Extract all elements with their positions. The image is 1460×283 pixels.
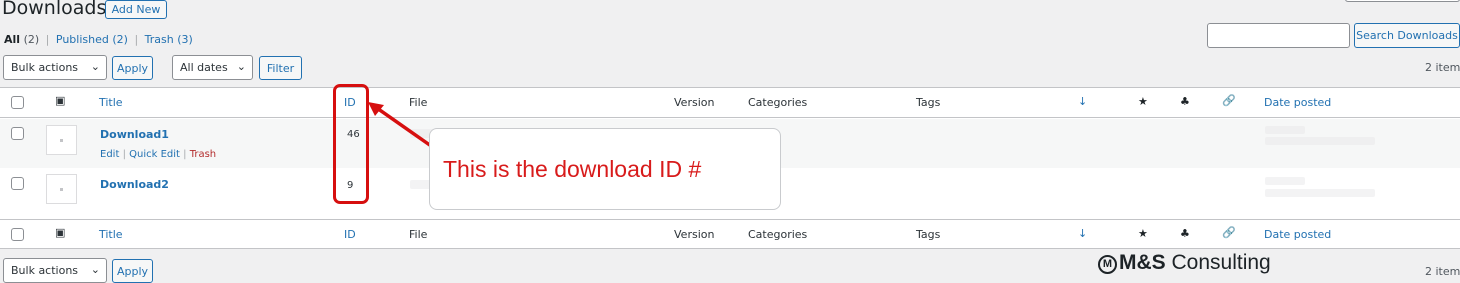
star-icon: ★ <box>1138 95 1148 108</box>
row-title-link[interactable]: Download2 <box>100 178 169 191</box>
page-title: Downloads <box>2 0 107 19</box>
bulk-actions-select-bottom[interactable]: Bulk actions ⌄ <box>3 258 107 283</box>
link-icon: 🔗 <box>1222 94 1236 107</box>
view-all-link[interactable]: All <box>4 33 20 46</box>
column-categories: Categories <box>748 228 808 241</box>
view-separator: | <box>45 33 50 46</box>
redacted-date <box>1265 126 1305 134</box>
quick-edit-link[interactable]: Quick Edit <box>129 149 180 160</box>
view-separator: | <box>134 33 139 46</box>
column-title[interactable]: Title <box>99 96 123 109</box>
column-id[interactable]: ID <box>344 228 356 241</box>
redacted-date <box>1265 177 1305 185</box>
column-title[interactable]: Title <box>99 228 123 241</box>
row-title-link[interactable]: Download1 <box>100 128 169 141</box>
column-date-posted[interactable]: Date posted <box>1264 96 1331 109</box>
column-date-posted[interactable]: Date posted <box>1264 228 1331 241</box>
download-thumbnail <box>46 174 77 204</box>
chevron-down-icon: ⌄ <box>90 60 100 73</box>
row-checkbox[interactable] <box>11 177 24 190</box>
item-count-bottom: 2 items <box>1425 265 1460 278</box>
redacted-date <box>1265 189 1375 197</box>
select-all-checkbox[interactable] <box>11 228 24 241</box>
apply-button-bottom[interactable]: Apply <box>112 259 153 283</box>
table-header: ▣ Title ID File Version Categories Tags … <box>0 88 1460 118</box>
column-categories: Categories <box>748 96 808 109</box>
column-version: Version <box>674 228 715 241</box>
column-tags: Tags <box>916 228 941 241</box>
redacted-date <box>1265 137 1375 145</box>
chevron-down-icon: ⌄ <box>236 60 246 73</box>
date-filter-select[interactable]: All dates ⌄ <box>172 55 253 80</box>
filter-button[interactable]: Filter <box>259 56 302 80</box>
users-icon: ♣ <box>1180 95 1190 108</box>
row-actions: Edit | Quick Edit | Trash <box>100 149 217 160</box>
column-version: Version <box>674 96 715 109</box>
arrow-down-icon[interactable]: ↓ <box>1078 227 1087 240</box>
search-downloads-button[interactable]: Search Downloads <box>1354 23 1460 48</box>
link-icon: 🔗 <box>1222 226 1236 239</box>
select-all-checkbox[interactable] <box>11 96 24 109</box>
brand-mark-icon: M <box>1098 255 1117 274</box>
brand-logo: M M&S Consulting <box>1098 251 1271 275</box>
view-trash-link[interactable]: Trash (3) <box>145 33 193 46</box>
view-filters: All (2) | Published (2) | Trash (3) <box>4 33 193 46</box>
arrow-down-icon[interactable]: ↓ <box>1078 95 1087 108</box>
trash-link[interactable]: Trash <box>190 149 216 160</box>
screen-options-tab[interactable] <box>1345 0 1460 2</box>
apply-button[interactable]: Apply <box>112 56 153 80</box>
view-published-link[interactable]: Published (2) <box>56 33 128 46</box>
annotation-callout: This is the download ID # <box>429 128 781 210</box>
annotation-arrow <box>368 102 436 150</box>
column-file: File <box>409 228 428 241</box>
column-tags: Tags <box>916 96 941 109</box>
image-icon: ▣ <box>55 226 66 239</box>
star-icon: ★ <box>1138 227 1148 240</box>
chevron-down-icon: ⌄ <box>90 263 100 276</box>
image-icon: ▣ <box>55 94 66 107</box>
row-checkbox[interactable] <box>11 127 24 140</box>
add-new-button[interactable]: Add New <box>105 0 167 19</box>
table-footer: ▣ Title ID File Version Categories Tags … <box>0 219 1460 249</box>
edit-link[interactable]: Edit <box>100 149 119 160</box>
search-input[interactable] <box>1207 23 1350 48</box>
view-all-count: (2) <box>23 33 40 46</box>
users-icon: ♣ <box>1180 227 1190 240</box>
bulk-actions-select[interactable]: Bulk actions ⌄ <box>3 55 107 80</box>
download-thumbnail <box>46 125 77 155</box>
item-count: 2 items <box>1425 61 1460 74</box>
